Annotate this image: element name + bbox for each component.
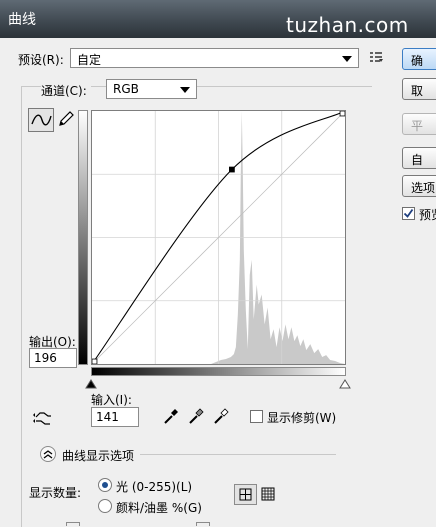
input-value: 141 [96,410,119,424]
smooth-button[interactable]: 平 [402,113,436,135]
preview-label: 预览 [419,208,436,222]
targeted-adjustment-tool[interactable] [32,408,54,428]
channel-dropdown[interactable]: RGB [106,79,197,99]
chevron-down-icon [180,87,190,93]
cancel-button-label: 取 [411,84,424,98]
detailed-grid-icon [261,487,275,501]
black-point-eyedropper[interactable] [162,407,180,425]
black-point-eyedropper-icon [164,409,178,424]
auto-button[interactable]: 自 [402,147,436,169]
curve-control-point[interactable] [229,166,235,173]
detailed-grid-button[interactable] [260,486,276,502]
output-field[interactable]: 196 [29,348,77,368]
curve-control-point[interactable] [339,110,346,117]
curve-canvas[interactable] [91,110,346,365]
show-amount-label: 显示数量: [29,486,82,500]
ok-button[interactable]: 确 [402,48,436,70]
curve-display-toggle[interactable] [40,446,56,462]
simple-grid-button[interactable] [234,484,257,505]
pencil-tool[interactable] [57,110,75,128]
partial-checkbox[interactable] [196,522,210,526]
ok-button-label: 确 [411,54,424,68]
auto-button-label: 自 [411,153,424,167]
preset-dropdown[interactable]: 自定 [70,48,359,68]
title-bar: 曲线 tuzhan.com [0,0,436,38]
pigment-radio-label: 颜料/油墨 %(G) [116,501,202,515]
preset-value: 自定 [77,53,102,67]
output-value: 196 [34,351,57,365]
show-clipping-checkbox[interactable] [250,410,263,423]
gray-point-eyedropper-icon [189,408,204,424]
options-button[interactable]: 选项 [402,175,436,197]
output-gradient-bar [78,110,88,365]
curve-point-icon [31,114,52,126]
pencil-icon [59,111,74,126]
curve-point-tool[interactable] [28,108,54,132]
curve-graph[interactable] [91,110,346,365]
targeted-adjustment-icon [33,412,51,425]
black-point-slider[interactable] [85,378,97,389]
smooth-button-label: 平 [411,119,424,133]
double-chevron-up-icon [43,450,53,459]
simple-grid-icon [239,488,252,501]
cancel-button[interactable]: 取 [402,78,436,100]
watermark: tuzhan.com [286,13,409,37]
white-point-eyedropper-icon [214,408,229,424]
show-clipping-label: 显示修剪(W) [267,411,337,425]
pigment-radio[interactable] [98,499,112,513]
input-field[interactable]: 141 [91,407,139,427]
gray-point-eyedropper[interactable] [187,407,205,425]
input-gradient-bar [91,367,346,376]
channel-value: RGB [113,82,139,96]
options-button-label: 选项 [411,181,436,195]
light-radio-label: 光 (0-255)(L) [116,480,193,494]
preset-options-icon[interactable] [369,51,383,63]
section-divider [140,454,336,455]
curve-display-label: 曲线显示选项 [62,449,135,463]
preview-checkbox[interactable] [402,207,415,220]
channel-label: 通道(C): [41,82,91,99]
curve-control-point[interactable] [91,358,98,365]
preset-label: 预设(R): [18,53,64,67]
partial-checkbox[interactable] [66,522,80,526]
chevron-down-icon [342,56,352,62]
checkmark-icon [403,208,414,218]
light-radio[interactable] [98,478,112,492]
window-title: 曲线 [8,12,36,28]
white-point-eyedropper[interactable] [212,407,230,425]
input-label: 输入(I): [91,393,132,407]
white-point-slider[interactable] [339,378,351,389]
